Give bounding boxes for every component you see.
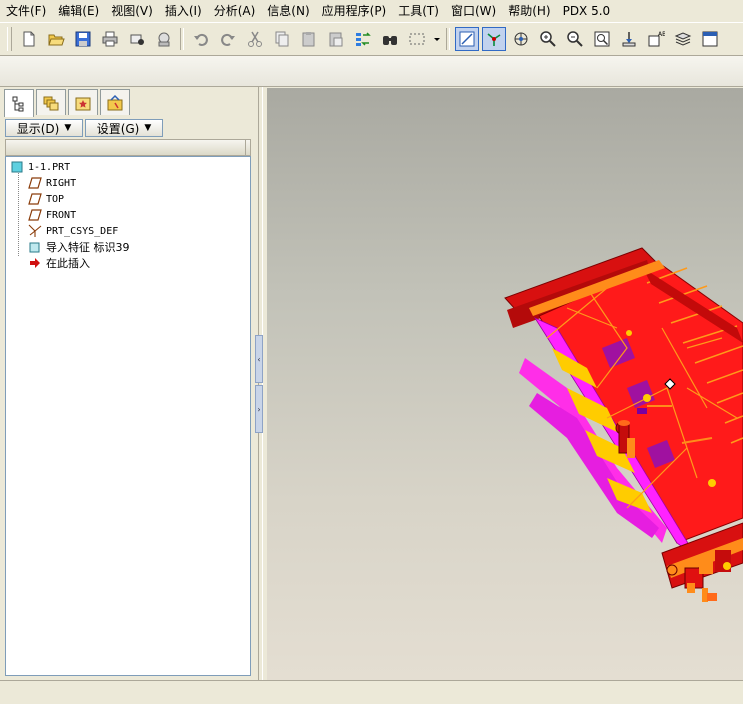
tree-node-csys[interactable]: PRT_CSYS_DEF (28, 223, 118, 239)
saved-views-icon[interactable]: AB (644, 27, 668, 51)
tree-node-top[interactable]: TOP (28, 191, 64, 207)
connections-icon (107, 94, 123, 110)
settings-dropdown[interactable]: 设置(G) ▼ (85, 119, 163, 137)
navigator-tabs (4, 89, 132, 117)
send-icon[interactable] (125, 27, 149, 51)
select-box-icon[interactable] (405, 27, 429, 51)
tree-node-insert-here[interactable]: 在此插入 (28, 255, 90, 271)
paste-icon[interactable] (297, 27, 321, 51)
menu-help[interactable]: 帮助(H) (502, 0, 556, 22)
menu-analysis[interactable]: 分析(A) (208, 0, 262, 22)
chevron-down-icon: ▼ (144, 123, 152, 133)
new-file-icon[interactable] (17, 27, 41, 51)
model-tree: 1-1.PRT RIGHT TOP FRONT PRT_CSYS_DEF 导入特… (5, 156, 251, 676)
message-area (0, 56, 743, 87)
svg-text:AB: AB (658, 31, 665, 38)
toolbar-grip[interactable] (7, 27, 12, 51)
tree-column-header[interactable] (5, 139, 251, 156)
status-bar (0, 680, 743, 704)
menu-file[interactable]: 文件(F) (0, 0, 52, 22)
orient-icon[interactable] (617, 27, 641, 51)
expand-right-button[interactable]: › (255, 385, 263, 433)
menu-insert[interactable]: 插入(I) (159, 0, 208, 22)
chevron-down-icon: ▼ (64, 123, 72, 133)
tree-node-label: FRONT (46, 209, 77, 221)
favorites-icon (75, 97, 91, 110)
tree-node-label: RIGHT (46, 177, 77, 189)
print-icon[interactable] (98, 27, 122, 51)
regenerate-icon[interactable] (351, 27, 375, 51)
settings-dropdown-label: 设置(G) (96, 121, 140, 136)
tree-node-label: 1-1.PRT (28, 161, 71, 173)
folder-browser-icon (43, 96, 59, 110)
undo-icon[interactable] (189, 27, 213, 51)
tab-favorites[interactable] (68, 89, 98, 115)
insert-arrow-icon (28, 256, 42, 270)
tree-node-root[interactable]: 1-1.PRT (10, 159, 70, 175)
menu-info[interactable]: 信息(N) (261, 0, 315, 22)
zoom-in-icon[interactable] (536, 27, 560, 51)
tree-node-front[interactable]: FRONT (28, 207, 76, 223)
datum-plane-icon (28, 208, 42, 222)
find-icon[interactable] (378, 27, 402, 51)
window-icon[interactable] (698, 27, 722, 51)
paste-special-icon[interactable] (324, 27, 348, 51)
spin-center-icon[interactable] (481, 27, 506, 51)
menu-edit[interactable]: 编辑(E) (52, 0, 105, 22)
view-mode-icon[interactable] (509, 27, 533, 51)
column-divider[interactable] (245, 140, 246, 155)
graphics-window[interactable] (267, 88, 743, 680)
toolbar-separator (180, 28, 184, 50)
tree-connector-line (18, 173, 19, 256)
collapse-left-button[interactable]: ‹ (255, 335, 263, 383)
tree-controls: 显示(D) ▼ 设置(G) ▼ (5, 119, 165, 137)
tree-node-label: 在此插入 (46, 257, 90, 270)
datum-plane-icon (28, 176, 42, 190)
splitter-line (258, 87, 259, 680)
tree-node-label: PRT_CSYS_DEF (46, 225, 119, 237)
panel-splitter[interactable]: ‹ › (254, 87, 268, 680)
model-tree-icon (12, 96, 24, 111)
menu-pdx[interactable]: PDX 5.0 (557, 0, 617, 22)
tab-folder-browser[interactable] (36, 89, 66, 115)
toolbar-separator (446, 28, 450, 50)
model-viewport (504, 247, 743, 602)
splitter-line (262, 87, 263, 680)
menu-tools[interactable]: 工具(T) (392, 0, 445, 22)
tab-connections[interactable] (100, 89, 130, 115)
menu-window[interactable]: 窗口(W) (445, 0, 502, 22)
coordinate-system-icon (28, 224, 42, 238)
display-dropdown-label: 显示(D) (16, 121, 60, 136)
refit-icon[interactable] (590, 27, 614, 51)
tree-node-label: 导入特征 标识39 (46, 241, 130, 254)
mail-icon[interactable] (152, 27, 176, 51)
layers-icon[interactable] (671, 27, 695, 51)
main-toolbar: AB (0, 22, 743, 56)
import-feature-icon (28, 240, 42, 254)
open-folder-icon[interactable] (44, 27, 68, 51)
menu-bar: 文件(F) 编辑(E) 视图(V) 插入(I) 分析(A) 信息(N) 应用程序… (0, 0, 743, 22)
copy-icon[interactable] (270, 27, 294, 51)
save-icon[interactable] (71, 27, 95, 51)
display-dropdown[interactable]: 显示(D) ▼ (5, 119, 83, 137)
navigator-panel: 显示(D) ▼ 设置(G) ▼ 1-1.PRT RIGHT TOP FRONT PR… (2, 87, 254, 680)
mold-base-model (504, 247, 743, 602)
tab-model-tree[interactable] (4, 89, 34, 117)
tree-node-import-feature[interactable]: 导入特征 标识39 (28, 239, 130, 255)
cut-icon[interactable] (243, 27, 267, 51)
repaint-icon[interactable] (454, 27, 479, 51)
tree-node-right[interactable]: RIGHT (28, 175, 76, 191)
zoom-out-icon[interactable] (563, 27, 587, 51)
menu-view[interactable]: 视图(V) (105, 0, 159, 22)
tree-node-label: TOP (46, 193, 65, 205)
datum-plane-icon (28, 192, 42, 206)
redo-icon[interactable] (216, 27, 240, 51)
menu-applications[interactable]: 应用程序(P) (316, 0, 393, 22)
select-dropdown-icon[interactable] (432, 27, 442, 51)
part-icon (10, 160, 24, 174)
